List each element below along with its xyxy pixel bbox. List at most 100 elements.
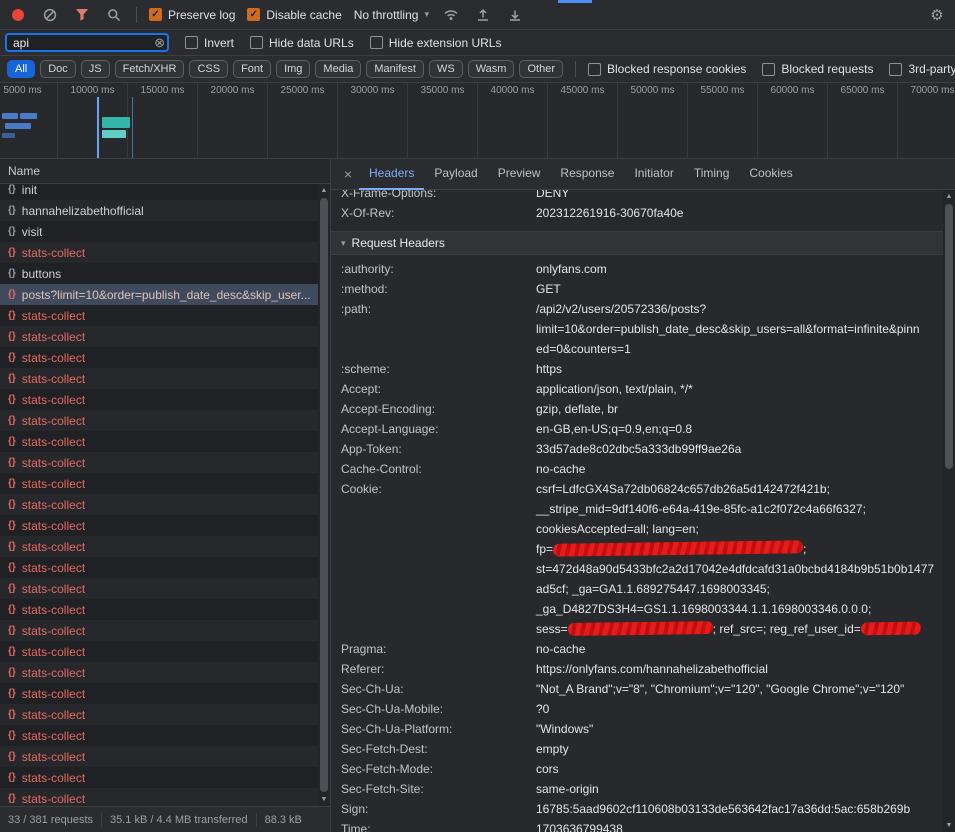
- request-row[interactable]: {} stats-collect: [0, 347, 318, 368]
- request-row[interactable]: {} stats-collect: [0, 641, 318, 662]
- request-row[interactable]: {} stats-collect: [0, 578, 318, 599]
- scroll-down-icon[interactable]: ▼: [318, 793, 330, 806]
- request-row[interactable]: {} stats-collect: [0, 431, 318, 452]
- request-row[interactable]: {} stats-collect: [0, 242, 318, 263]
- request-name: stats-collect: [22, 519, 85, 533]
- scroll-up-icon[interactable]: ▲: [943, 190, 955, 203]
- type-filter-chip-font[interactable]: Font: [233, 60, 271, 78]
- json-braces-icon: {}: [8, 604, 16, 615]
- tab-timing[interactable]: Timing: [684, 159, 740, 190]
- request-row[interactable]: {} stats-collect: [0, 662, 318, 683]
- type-filter-chip-js[interactable]: JS: [81, 60, 110, 78]
- request-row[interactable]: {} hannahelizabethofficial: [0, 200, 318, 221]
- request-row[interactable]: {} stats-collect: [0, 557, 318, 578]
- search-button[interactable]: [104, 5, 124, 25]
- type-filter-chip-media[interactable]: Media: [315, 60, 361, 78]
- header-value-text: cookiesAccepted=all; lang=en;: [536, 522, 699, 536]
- type-filter-chip-doc[interactable]: Doc: [40, 60, 76, 78]
- hide-extension-urls-checkbox[interactable]: Hide extension URLs: [370, 36, 502, 50]
- hide-data-urls-checkbox[interactable]: Hide data URLs: [250, 36, 354, 50]
- invert-checkbox[interactable]: Invert: [185, 36, 234, 50]
- scroll-up-icon[interactable]: ▲: [318, 184, 330, 197]
- request-list-scrollbar[interactable]: ▲ ▼: [318, 184, 330, 806]
- preserve-log-checkbox[interactable]: ✓ Preserve log: [149, 8, 235, 22]
- header-name: X-Of-Rev:: [341, 203, 536, 223]
- details-scrollbar[interactable]: ▲ ▼: [943, 190, 955, 832]
- request-row[interactable]: {} stats-collect: [0, 515, 318, 536]
- request-row[interactable]: {} stats-collect: [0, 767, 318, 788]
- request-name: stats-collect: [22, 708, 85, 722]
- network-overview-timeline[interactable]: 5000 ms 10000 ms 15000 ms 20000 ms 25000…: [0, 83, 955, 159]
- json-braces-icon: {}: [8, 415, 16, 426]
- type-filter-chip-manifest[interactable]: Manifest: [366, 60, 424, 78]
- tab-initiator[interactable]: Initiator: [624, 159, 683, 190]
- header-value: https: [536, 359, 943, 379]
- network-conditions-button[interactable]: [441, 5, 461, 25]
- blocked-requests-checkbox[interactable]: Blocked requests: [762, 62, 873, 76]
- filter-input[interactable]: [5, 33, 169, 52]
- request-row[interactable]: {} stats-collect: [0, 683, 318, 704]
- request-row[interactable]: {} stats-collect: [0, 620, 318, 641]
- header-value-line: st=472d48a90d5433bfc2a2d17042e4dfdcafd31…: [536, 559, 943, 579]
- overview-activity-bar: [102, 130, 126, 138]
- timeline-tick-label: 10000 ms: [71, 85, 115, 96]
- request-row[interactable]: {} stats-collect: [0, 452, 318, 473]
- network-main-toolbar: ✓ Preserve log ✓ Disable cache No thrott…: [0, 0, 955, 30]
- header-value: no-cache: [536, 639, 943, 659]
- export-har-button[interactable]: [505, 5, 525, 25]
- request-row[interactable]: {} stats-collect: [0, 305, 318, 326]
- tab-headers[interactable]: Headers: [359, 159, 424, 190]
- type-filter-chip-ws[interactable]: WS: [429, 60, 463, 78]
- settings-gear-icon[interactable]: ⚙: [927, 5, 947, 25]
- scrollbar-thumb[interactable]: [320, 198, 328, 792]
- request-row[interactable]: {} stats-collect: [0, 368, 318, 389]
- tab-preview[interactable]: Preview: [488, 159, 551, 190]
- tab-cookies[interactable]: Cookies: [739, 159, 802, 190]
- type-filter-chip-wasm[interactable]: Wasm: [468, 60, 515, 78]
- header-name: :scheme:: [341, 359, 536, 379]
- request-row[interactable]: {} stats-collect: [0, 536, 318, 557]
- scroll-down-icon[interactable]: ▼: [943, 819, 955, 832]
- disable-cache-checkbox[interactable]: ✓ Disable cache: [247, 8, 341, 22]
- request-row[interactable]: {} stats-collect: [0, 389, 318, 410]
- filter-button[interactable]: [72, 5, 92, 25]
- request-row[interactable]: {} init: [0, 179, 318, 200]
- scrollbar-thumb[interactable]: [945, 204, 953, 469]
- blocked-response-cookies-checkbox[interactable]: Blocked response cookies: [588, 62, 746, 76]
- request-row[interactable]: {} stats-collect: [0, 725, 318, 746]
- throttling-select[interactable]: No throttling ▾: [354, 8, 429, 22]
- checkbox-label: 3rd-party requests: [908, 62, 955, 76]
- request-row[interactable]: {} stats-collect: [0, 326, 318, 347]
- type-filter-chip-other[interactable]: Other: [519, 60, 563, 78]
- request-row[interactable]: {} buttons: [0, 263, 318, 284]
- request-row[interactable]: {} stats-collect: [0, 746, 318, 767]
- close-details-icon[interactable]: ×: [337, 166, 359, 182]
- request-row[interactable]: {} stats-collect: [0, 599, 318, 620]
- request-row[interactable]: {} stats-collect: [0, 788, 318, 806]
- type-filter-chip-css[interactable]: CSS: [189, 60, 228, 78]
- clear-button[interactable]: [40, 5, 60, 25]
- type-filter-chip-all[interactable]: All: [7, 60, 35, 78]
- json-braces-icon: {}: [8, 520, 16, 531]
- details-tab-bar: × HeadersPayloadPreviewResponseInitiator…: [331, 159, 955, 190]
- type-filter-chip-fetch-xhr[interactable]: Fetch/XHR: [115, 60, 185, 78]
- request-row[interactable]: {} posts?limit=10&order=publish_date_des…: [0, 284, 318, 305]
- header-value: 1703636799438: [536, 819, 943, 832]
- clear-filter-icon[interactable]: ⊗: [154, 36, 165, 49]
- filter-input-wrap: ⊗: [5, 33, 169, 52]
- request-row[interactable]: {} stats-collect: [0, 410, 318, 431]
- request-row[interactable]: {} visit: [0, 221, 318, 242]
- request-row[interactable]: {} stats-collect: [0, 473, 318, 494]
- request-headers-section-header[interactable]: ▾ Request Headers: [331, 231, 943, 255]
- resources-size: 88.3 kB: [257, 814, 310, 826]
- top-accent-strip: [558, 0, 592, 3]
- request-row[interactable]: {} stats-collect: [0, 494, 318, 515]
- tab-payload[interactable]: Payload: [424, 159, 487, 190]
- type-filter-chip-img[interactable]: Img: [276, 60, 310, 78]
- request-row[interactable]: {} stats-collect: [0, 704, 318, 725]
- import-har-button[interactable]: [473, 5, 493, 25]
- record-button[interactable]: [8, 5, 28, 25]
- request-name: stats-collect: [22, 750, 85, 764]
- 3rd-party-requests-checkbox[interactable]: 3rd-party requests: [889, 62, 955, 76]
- tab-response[interactable]: Response: [550, 159, 624, 190]
